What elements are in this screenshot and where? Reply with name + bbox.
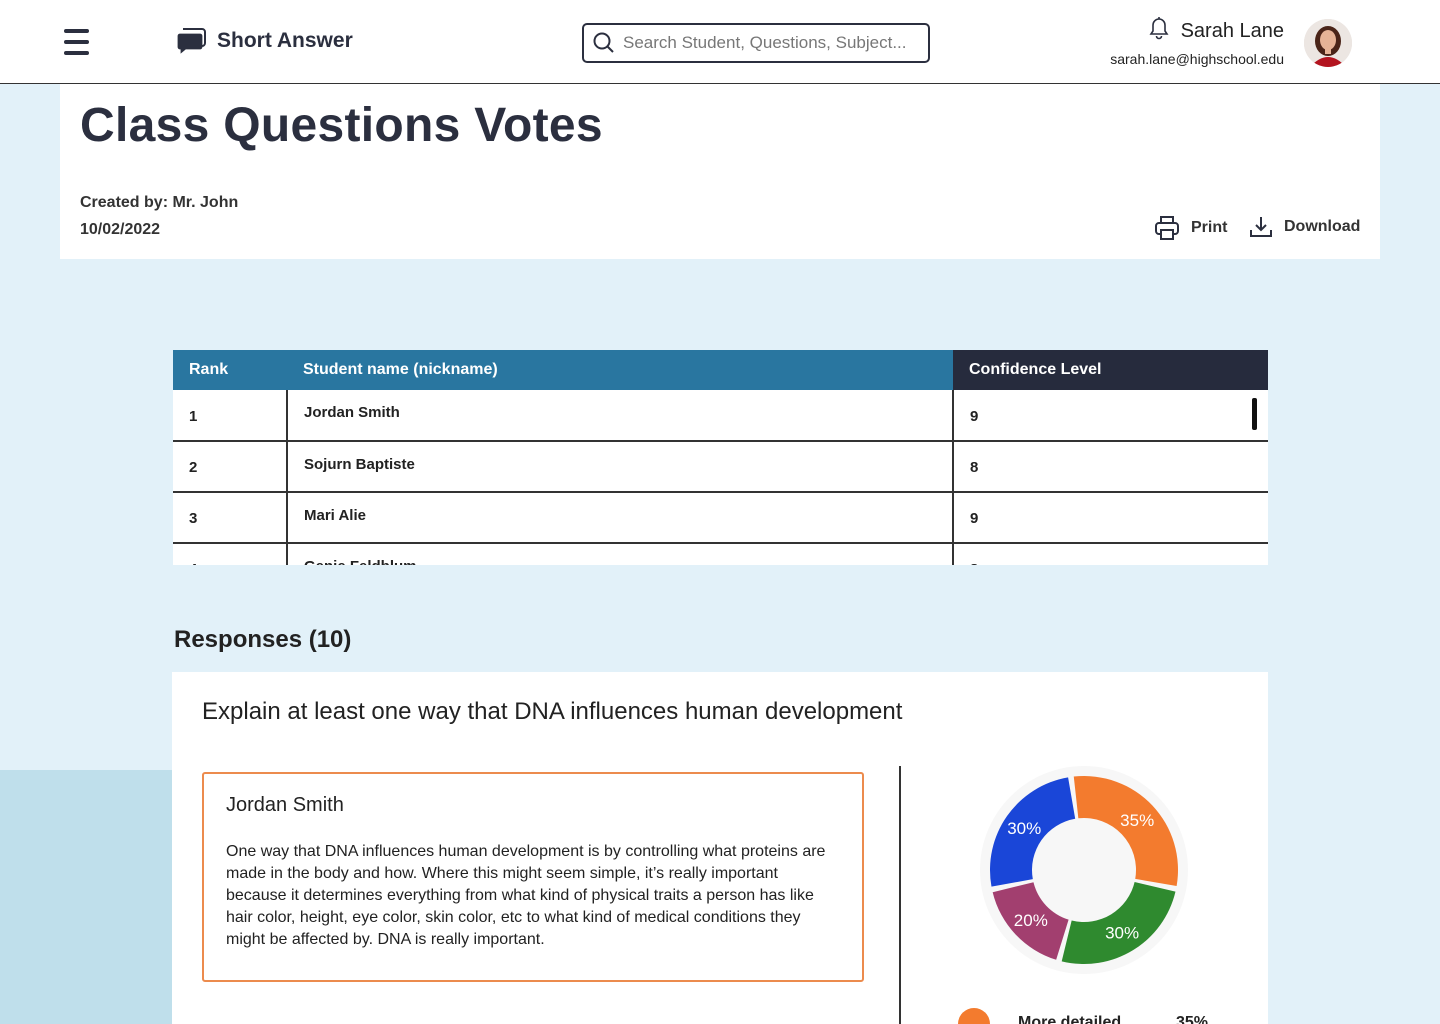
user-email: sarah.lane@highschool.edu <box>1110 51 1284 67</box>
download-label: Download <box>1284 218 1361 235</box>
page-header: Class Questions Votes Created by: Mr. Jo… <box>60 84 1380 259</box>
legend-item: More detailed 35% <box>958 1006 1218 1024</box>
slice-label: 30% <box>1105 923 1139 942</box>
search-bar[interactable] <box>582 23 930 63</box>
answer-student-name: Jordan Smith <box>226 794 344 816</box>
confidence-cell: 8 <box>953 543 1268 565</box>
table-row[interactable]: 3 Mari Alie 9 <box>173 492 1268 544</box>
avatar-image <box>1304 19 1352 67</box>
rank-cell: 1 <box>173 390 288 442</box>
download-icon <box>1250 217 1272 237</box>
table-row[interactable]: 2 Sojurn Baptiste 8 <box>173 441 1268 493</box>
student-name-cell: Mari Alie <box>287 492 954 544</box>
legend-swatch <box>958 1008 990 1024</box>
table-row[interactable]: 1 Jordan Smith 9 <box>173 390 1268 442</box>
avatar[interactable] <box>1304 19 1352 67</box>
app-logo[interactable]: Short Answer <box>174 24 353 58</box>
votes-table[interactable]: Rank Student name (nickname) Confidence … <box>173 350 1268 565</box>
slice-label: 30% <box>1007 819 1041 838</box>
search-icon <box>593 32 614 53</box>
search-input[interactable] <box>623 33 913 53</box>
app-name: Short Answer <box>217 29 353 52</box>
responses-title: Responses (10) <box>174 626 352 653</box>
student-name-cell: Genie Feldblum <box>287 543 954 565</box>
table-header-row: Rank Student name (nickname) Confidence … <box>173 350 1268 390</box>
question-text: Explain at least one way that DNA influe… <box>202 698 903 725</box>
student-name-cell: Sojurn Baptiste <box>287 441 954 493</box>
table-scrollbar[interactable] <box>1252 398 1257 430</box>
chat-bubble-icon <box>176 28 206 57</box>
response-card: Explain at least one way that DNA influe… <box>172 672 1268 1024</box>
slice-label: 35% <box>1120 811 1154 830</box>
confidence-cell: 9 <box>953 492 1268 544</box>
created-by: Created by: Mr. John <box>80 194 239 211</box>
rank-cell: 4 <box>173 543 288 565</box>
printer-icon <box>1155 216 1179 240</box>
menu-icon[interactable] <box>64 29 89 55</box>
download-button[interactable]: Download <box>1248 214 1360 240</box>
print-label: Print <box>1191 219 1228 236</box>
print-button[interactable]: Print <box>1153 214 1227 242</box>
divider <box>899 766 901 1024</box>
table-row[interactable]: 4 Genie Feldblum 8 <box>173 543 1268 565</box>
background-shape <box>0 770 175 1024</box>
column-header-student-name[interactable]: Student name (nickname) <box>287 350 953 390</box>
top-bar: Short Answer Sarah Lane sarah.lane@highs… <box>0 0 1440 84</box>
rank-cell: 3 <box>173 492 288 544</box>
rank-cell: 2 <box>173 441 288 493</box>
confidence-cell: 9 <box>953 390 1268 442</box>
legend-value: 35% <box>1176 1014 1209 1024</box>
user-name: Sarah Lane <box>1180 20 1284 42</box>
donut-chart: 35% 30% 20% 30% <box>980 766 1188 974</box>
confidence-cell: 8 <box>953 441 1268 493</box>
column-header-rank[interactable]: Rank <box>173 350 287 390</box>
page-title: Class Questions Votes <box>80 99 603 152</box>
created-date: 10/02/2022 <box>80 221 161 238</box>
answer-text: One way that DNA influences human develo… <box>226 843 826 948</box>
column-header-confidence[interactable]: Confidence Level <box>953 350 1268 390</box>
answer-card[interactable]: Jordan Smith One way that DNA influences… <box>202 772 864 982</box>
legend-label: More detailed <box>1018 1014 1122 1024</box>
slice-label: 20% <box>1014 911 1048 930</box>
bell-icon[interactable] <box>1148 16 1170 40</box>
student-name-cell: Jordan Smith <box>287 390 954 442</box>
